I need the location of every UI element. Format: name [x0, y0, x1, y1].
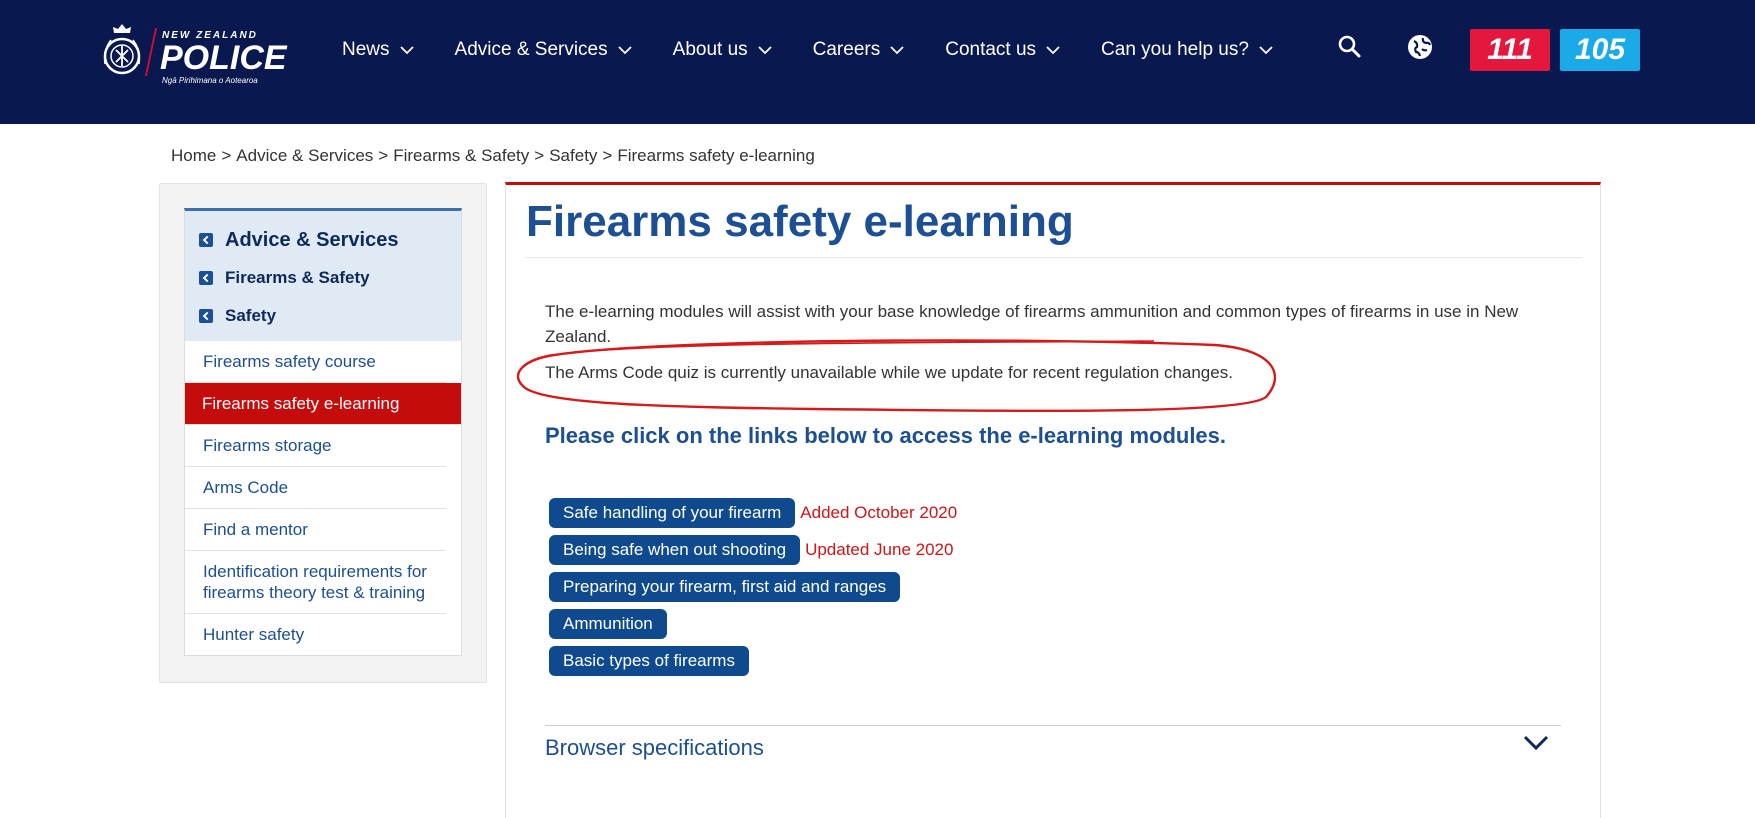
module-note: Updated June 2020: [805, 540, 954, 559]
logo-divider: [144, 28, 158, 76]
main-nav: News Advice & Services About us Careers …: [342, 36, 1314, 64]
sidebar-item-firearms-safety-e-learning[interactable]: Firearms safety e-learning: [185, 383, 461, 425]
chevron-down-icon: [890, 46, 904, 55]
globe-icon: [1408, 35, 1432, 59]
nav-advice-services[interactable]: Advice & Services: [455, 39, 632, 61]
sidebar-item-firearms-safety-course[interactable]: Firearms safety course: [185, 341, 446, 383]
chevron-down-icon: [618, 46, 632, 55]
sidebar-parent-label: Advice & Services: [225, 228, 399, 251]
breadcrumb-separator: >: [602, 146, 613, 165]
chevron-down-icon: [399, 46, 414, 55]
sidebar-nav: Advice & Services Firearms & Safety Safe…: [184, 208, 462, 656]
site-header: NEW ZEALAND POLICE Ngā Pirihimana o Aote…: [0, 0, 1755, 124]
sidebar-item-identification-requirements[interactable]: Identification requirements for firearms…: [185, 551, 446, 614]
logo-name: POLICE: [160, 39, 287, 77]
emergency-111-button[interactable]: 111: [1470, 29, 1550, 71]
quiz-unavailable-notice: The Arms Code quiz is currently unavaila…: [545, 363, 1233, 382]
module-list: Safe handling of your firearm Added Octo…: [549, 497, 957, 682]
module-row: Preparing your firearm, first aid and ra…: [549, 571, 957, 603]
module-basic-types-button[interactable]: Basic types of firearms: [549, 646, 749, 676]
module-row: Basic types of firearms: [549, 645, 957, 677]
language-button[interactable]: [1406, 33, 1434, 61]
module-being-safe-button[interactable]: Being safe when out shooting: [549, 535, 801, 565]
nav-contact-us[interactable]: Contact us: [945, 39, 1060, 61]
chevron-down-icon: [758, 46, 772, 55]
modules-lead-text: Please click on the links below to acces…: [545, 423, 1227, 448]
nav-label: Contact us: [945, 39, 1037, 60]
breadcrumb: Home > Advice & Services > Firearms & Safety…: [171, 146, 815, 166]
chevron-down-icon: [1259, 46, 1273, 55]
module-note: Added October 2020: [800, 503, 958, 522]
search-button[interactable]: [1336, 33, 1364, 61]
breadcrumb-firearms-safety[interactable]: Firearms & Safety: [393, 146, 529, 165]
back-arrow-icon: [199, 233, 213, 247]
search-icon: [1338, 35, 1361, 58]
breadcrumb-separator: >: [534, 146, 545, 165]
breadcrumb-advice-services[interactable]: Advice & Services: [236, 146, 373, 165]
police-crest-icon: [103, 24, 141, 75]
nav-label: Can you help us?: [1101, 39, 1249, 60]
back-arrow-icon: [199, 309, 213, 323]
sidebar-item-hunter-safety[interactable]: Hunter safety: [185, 614, 446, 655]
nav-about-us[interactable]: About us: [673, 39, 772, 61]
sidebar-item-find-a-mentor[interactable]: Find a mentor: [185, 509, 446, 551]
page-title: Firearms safety e-learning: [526, 197, 1074, 246]
breadcrumb-separator: >: [221, 146, 232, 165]
module-safe-handling-button[interactable]: Safe handling of your firearm: [549, 498, 796, 528]
sidebar-parent-safety[interactable]: Safety: [185, 297, 461, 335]
sidebar-panel: Advice & Services Firearms & Safety Safe…: [159, 183, 487, 683]
sidebar-item-firearms-storage[interactable]: Firearms storage: [185, 425, 446, 467]
main-content: Firearms safety e-learning The e-learnin…: [505, 182, 1601, 818]
sidebar-list: Firearms safety course Firearms safety e…: [185, 341, 461, 655]
sidebar-parent-firearms-safety[interactable]: Firearms & Safety: [185, 259, 461, 297]
breadcrumb-safety[interactable]: Safety: [549, 146, 597, 165]
module-row: Safe handling of your firearm Added Octo…: [549, 497, 957, 529]
sidebar-parent-advice-services[interactable]: Advice & Services: [185, 221, 461, 259]
nav-careers[interactable]: Careers: [813, 39, 905, 61]
sidebar-item-arms-code[interactable]: Arms Code: [185, 467, 446, 509]
nav-label: About us: [672, 39, 748, 60]
nav-news[interactable]: News: [342, 39, 414, 61]
nav-label: Advice & Services: [454, 39, 608, 60]
module-preparing-button[interactable]: Preparing your firearm, first aid and ra…: [549, 572, 901, 602]
sidebar-parent-label: Safety: [225, 306, 277, 325]
module-row: Being safe when out shooting Updated Jun…: [549, 534, 957, 566]
chevron-down-icon: [1046, 46, 1060, 55]
nav-label: News: [342, 39, 390, 60]
module-row: Ammunition: [549, 608, 957, 640]
chevron-down-icon: [1523, 735, 1549, 751]
browser-specifications-accordion[interactable]: Browser specifications: [545, 725, 1561, 771]
breadcrumb-separator: >: [378, 146, 389, 165]
title-divider: [526, 257, 1582, 258]
sidebar-parents: Advice & Services Firearms & Safety Safe…: [185, 211, 461, 341]
back-arrow-icon: [199, 271, 213, 285]
breadcrumb-home[interactable]: Home: [171, 146, 216, 165]
nz-police-logo[interactable]: NEW ZEALAND POLICE Ngā Pirihimana o Aote…: [100, 18, 290, 85]
nav-label: Careers: [812, 39, 881, 60]
logo-tagline: Ngā Pirihimana o Aotearoa: [162, 76, 258, 85]
non-emergency-105-button[interactable]: 105: [1560, 29, 1640, 71]
module-ammunition-button[interactable]: Ammunition: [549, 609, 667, 639]
nav-can-you-help-us[interactable]: Can you help us?: [1101, 39, 1273, 61]
accordion-label: Browser specifications: [545, 735, 764, 760]
breadcrumb-current: Firearms safety e-learning: [617, 146, 815, 165]
sidebar-parent-label: Firearms & Safety: [225, 268, 370, 287]
